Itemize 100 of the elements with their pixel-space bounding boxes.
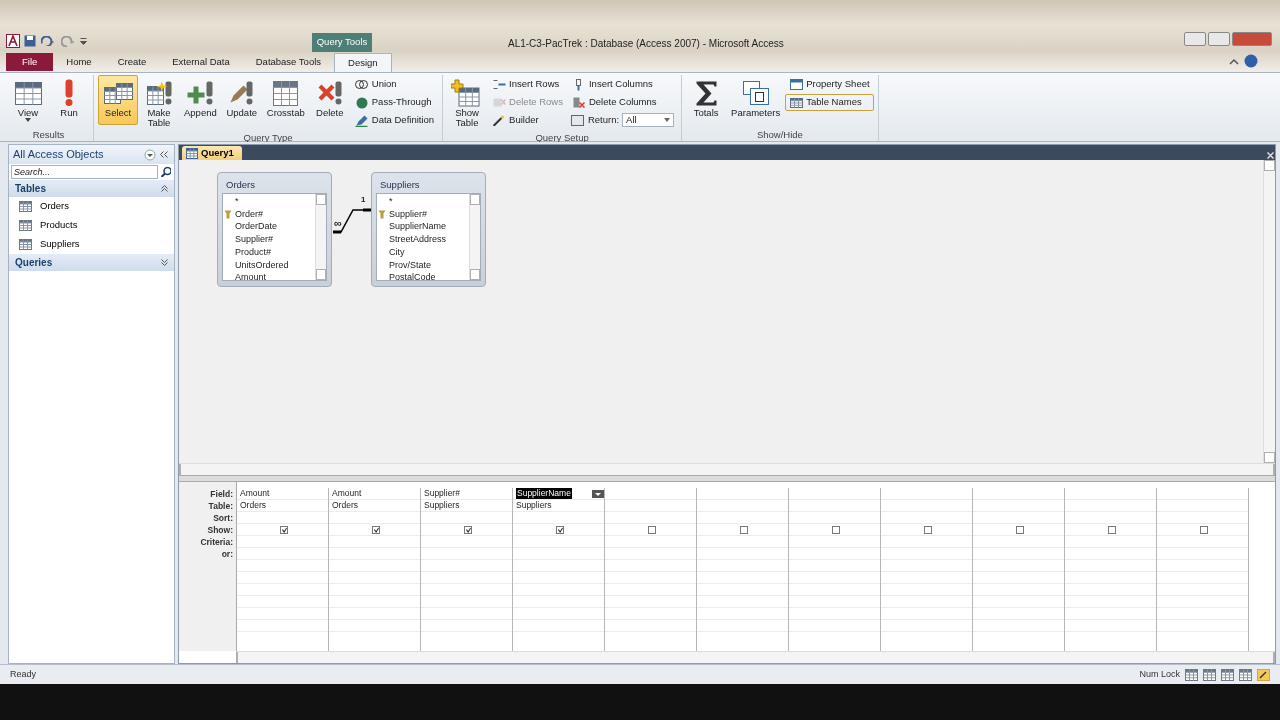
scrollbar[interactable] <box>315 194 326 280</box>
search-icon[interactable] <box>160 166 172 178</box>
ribbon-tab[interactable]: Create <box>104 52 160 71</box>
grid-cell[interactable]: Amount <box>237 488 328 500</box>
ribbon-button[interactable]: Delete <box>309 75 350 125</box>
minimize-button[interactable] <box>1184 32 1206 46</box>
nav-group-header[interactable]: Queries <box>9 254 174 271</box>
checkbox[interactable] <box>464 525 472 534</box>
ribbon-button[interactable]: Pass-Through <box>350 94 439 111</box>
scrollbar[interactable] <box>1263 160 1275 463</box>
customize-icon[interactable] <box>80 37 88 45</box>
ribbon-button[interactable]: Update <box>221 75 262 125</box>
row-label: or: <box>220 548 234 560</box>
table-box[interactable]: Orders * Order# OrderDate Supplier# Product# UnitsOrdered Amount <box>217 172 332 287</box>
field-name[interactable]: PostalCode <box>389 271 436 284</box>
ribbon-button[interactable]: View <box>8 75 48 125</box>
checkbox[interactable] <box>280 525 288 534</box>
ribbon-button[interactable]: Parameters <box>727 75 785 125</box>
grid-cell[interactable]: Suppliers <box>421 500 512 512</box>
field-name[interactable]: UnitsOrdered <box>235 258 289 272</box>
pen-icon <box>355 114 369 127</box>
field-name[interactable]: Product# <box>235 245 272 259</box>
ribbon-button[interactable]: Insert Columns <box>567 76 678 93</box>
checkbox[interactable] <box>556 525 564 534</box>
field-name[interactable]: OrderDate <box>235 220 278 234</box>
dropdown-icon[interactable] <box>592 489 604 498</box>
design-view-icon[interactable] <box>1257 668 1270 681</box>
caret-icon <box>664 118 671 123</box>
field-name[interactable]: SupplierName <box>389 220 447 234</box>
ribbon-button[interactable]: Crosstab <box>262 75 309 125</box>
checkbox[interactable] <box>924 525 932 534</box>
table-icon <box>14 81 42 105</box>
ribbon-button[interactable]: Delete Columns <box>567 94 678 111</box>
grid-cell[interactable]: Orders <box>329 500 420 512</box>
ribbon-button[interactable]: Make Table <box>139 75 179 131</box>
nav-group-header[interactable]: Tables <box>9 180 174 197</box>
collapse-icon[interactable] <box>160 151 168 158</box>
field-name[interactable]: Prov/State <box>389 258 432 272</box>
table-icon <box>19 239 32 250</box>
scrollbar[interactable] <box>236 651 1275 663</box>
grid-cell[interactable]: Orders <box>237 500 328 512</box>
checkbox[interactable] <box>372 525 380 534</box>
checkbox[interactable] <box>832 525 840 534</box>
checkbox[interactable] <box>1016 525 1024 534</box>
nav-item[interactable]: Products <box>9 216 174 235</box>
status-text: Ready <box>10 667 36 681</box>
checkbox[interactable] <box>1108 525 1116 534</box>
ribbon-button[interactable]: Data Definition <box>350 112 439 129</box>
field-name[interactable]: StreetAddress <box>389 233 447 246</box>
ribbon-button[interactable]: Union <box>350 76 439 93</box>
search-field[interactable]: Search... <box>11 165 158 179</box>
grid-cell[interactable]: Amount <box>329 488 420 500</box>
nav-item[interactable]: Orders <box>9 197 174 216</box>
table-icon <box>19 201 32 212</box>
ribbon-tab[interactable]: Home <box>53 52 105 71</box>
ribbon-button[interactable]: Builder <box>488 112 567 129</box>
save-icon[interactable] <box>24 35 36 47</box>
property-sheet-icon <box>789 79 803 90</box>
scrollbar[interactable] <box>179 463 1275 475</box>
field-name[interactable]: City <box>389 245 405 259</box>
table-box[interactable]: Suppliers * Supplier# SupplierName StreetAddress City Prov/State PostalCode <box>371 172 486 287</box>
ribbon-button[interactable]: Table Names <box>785 94 874 111</box>
ribbon-tab[interactable]: External Data <box>159 52 243 71</box>
checkbox[interactable] <box>740 525 748 534</box>
ribbon-tab[interactable]: Database Tools <box>242 52 335 71</box>
field-name[interactable]: * <box>235 195 239 208</box>
check-icon <box>465 526 471 533</box>
relationship-line[interactable] <box>332 208 372 234</box>
field-name[interactable]: Amount <box>235 271 267 284</box>
check-icon <box>557 526 563 533</box>
checkbox[interactable] <box>648 525 656 534</box>
help-icon[interactable] <box>1228 54 1258 68</box>
ribbon-button[interactable]: Show Table <box>447 75 488 131</box>
ribbon-button[interactable]: Insert Rows <box>488 76 567 93</box>
grid-cell[interactable]: Supplier# <box>421 488 512 500</box>
ribbon-button[interactable]: Run <box>49 75 89 125</box>
ribbon-button[interactable]: Append <box>180 75 221 125</box>
document-tab[interactable]: Query1 <box>182 146 242 160</box>
app-icon[interactable] <box>6 34 20 48</box>
undo-icon[interactable] <box>41 35 55 47</box>
field-name[interactable]: * <box>389 195 393 208</box>
ribbon-button[interactable]: Property Sheet <box>785 76 874 93</box>
close-icon[interactable] <box>1266 151 1274 159</box>
grid-cell[interactable]: Suppliers <box>513 500 604 512</box>
datasheet-view-icon[interactable] <box>1185 668 1198 681</box>
return-dropdown[interactable]: All <box>622 113 675 128</box>
field-name[interactable]: Supplier# <box>235 233 274 246</box>
checkbox[interactable] <box>1200 525 1208 534</box>
ribbon-button[interactable]: Totals <box>686 75 727 125</box>
ribbon-tab[interactable]: File <box>6 52 54 71</box>
maximize-button[interactable] <box>1208 32 1230 46</box>
scrollbar[interactable] <box>469 194 480 280</box>
ribbon-button[interactable]: Select <box>98 75 138 125</box>
field-name[interactable]: Supplier# <box>389 207 428 221</box>
contextual-tab-label: Query Tools <box>312 33 372 52</box>
ribbon-tab[interactable]: Design <box>334 53 392 72</box>
nav-item[interactable]: Suppliers <box>9 235 174 254</box>
insert-rows-icon <box>492 80 506 89</box>
field-name[interactable]: Order# <box>235 207 263 221</box>
dropdown-icon[interactable] <box>143 148 156 161</box>
